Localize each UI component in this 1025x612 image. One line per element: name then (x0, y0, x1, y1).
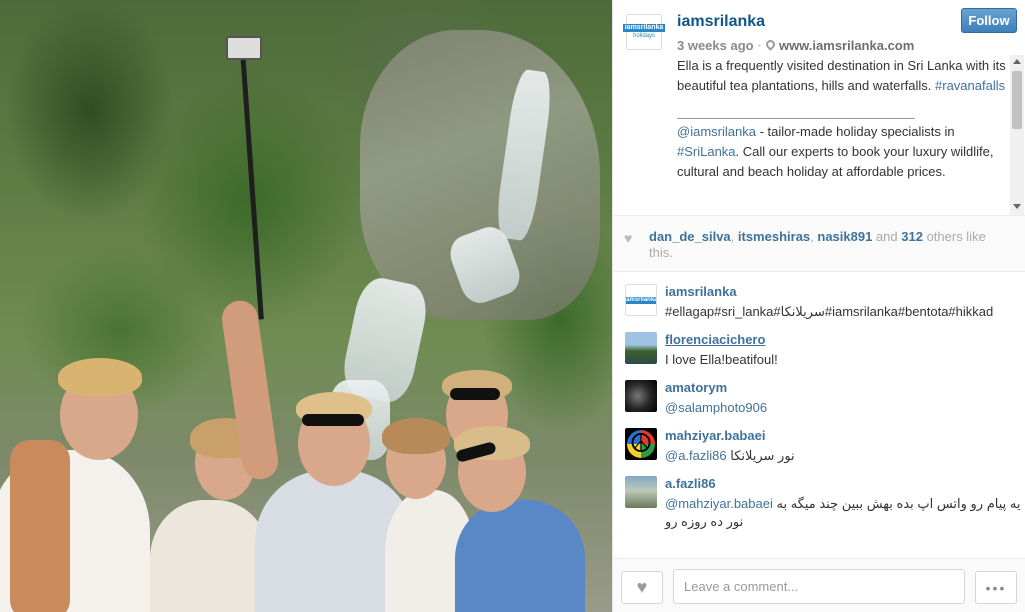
comment-body: @mahziyar.babaei یه پیام رو واتس اپ بده … (665, 495, 1020, 513)
caption-hashtag[interactable]: #SriLanka (677, 144, 736, 159)
like-button[interactable]: ♥ (621, 571, 663, 604)
caption-mention[interactable]: @iamsrilanka (677, 124, 756, 139)
liker-username[interactable]: nasik891 (817, 229, 872, 244)
likes-section: ♥ dan_de_silva, itsmeshiras, nasik891 an… (613, 215, 1025, 272)
meta-separator: · (757, 38, 762, 53)
post-meta: 3 weeks ago · www.iamsrilanka.com (677, 38, 914, 53)
liker-username[interactable]: itsmeshiras (738, 229, 810, 244)
caption-scrollbar[interactable] (1010, 55, 1024, 215)
comment-mention[interactable]: @salamphoto906 (665, 399, 767, 417)
comment-username[interactable]: mahziyar.babaei (665, 428, 765, 443)
likes-count[interactable]: 312 (901, 229, 923, 244)
account-username[interactable]: iamsrilanka (677, 13, 765, 31)
comment-input[interactable] (673, 569, 965, 604)
liker-username[interactable]: dan_de_silva (649, 229, 731, 244)
comment-avatar[interactable] (625, 476, 657, 508)
comment-item: florenciacichero I love Ella!beatifoul! (613, 320, 1025, 368)
heart-icon: ♥ (624, 230, 633, 246)
post-header: iamsrilanka holidays iamsrilanka Follow … (613, 0, 1025, 215)
comment-text-line2: نور ده روزه رو (665, 514, 744, 529)
comment-mention[interactable]: @mahziyar.babaei (665, 496, 773, 511)
comment-item: a.fazli86 @mahziyar.babaei یه پیام رو وا… (613, 464, 1025, 534)
photo-hair (382, 418, 450, 454)
comment-text: نور سریلانکا (730, 448, 795, 463)
post-photo[interactable] (0, 0, 612, 612)
photo-camera (226, 36, 262, 60)
avatar-logo-subtext: holidays (632, 33, 655, 39)
comment-username[interactable]: amatorym (665, 380, 727, 395)
comment-text: #ellagap#sri_lanka#سریلانکا#iamsrilanka#… (665, 304, 994, 319)
photo-sunglasses (450, 388, 500, 400)
comment-text: I love Ella!beatifoul! (665, 352, 778, 367)
scroll-down-arrow-icon[interactable] (1013, 204, 1021, 209)
photo-sunglasses (302, 414, 364, 426)
comment-body: @a.fazli86 نور سریلانکا (665, 447, 795, 465)
photo-hair (58, 358, 142, 396)
post-location[interactable]: www.iamsrilanka.com (779, 38, 914, 53)
likes-text: dan_de_silva, itsmeshiras, nasik891 and … (649, 229, 986, 260)
post-caption: Ella is a frequently visited destination… (677, 56, 1007, 212)
comment-avatar[interactable] (625, 380, 657, 412)
comment-avatar[interactable]: iamsrilanka (625, 284, 657, 316)
location-pin-icon (766, 40, 775, 52)
comment-mention[interactable]: @a.fazli86 (665, 448, 727, 463)
ellipsis-icon: ••• (985, 579, 1007, 596)
comment-username[interactable]: florenciacichero (665, 332, 765, 347)
comment-item: iamsrilanka iamsrilanka #ellagap#sri_lan… (613, 272, 1025, 320)
comment-item: mahziyar.babaei @a.fazli86 نور سریلانکا (613, 416, 1025, 464)
caption-hashtag[interactable]: #ravanafalls (935, 78, 1005, 93)
account-avatar[interactable]: iamsrilanka holidays (622, 14, 666, 50)
scroll-thumb[interactable] (1012, 71, 1022, 129)
comment-avatar[interactable] (625, 428, 657, 460)
comment-username[interactable]: iamsrilanka (665, 284, 737, 299)
post-time[interactable]: 3 weeks ago (677, 38, 754, 53)
avatar-logo-text: iamsrilanka (622, 24, 666, 32)
follow-button[interactable]: Follow (961, 8, 1017, 33)
more-options-button[interactable]: ••• (975, 571, 1017, 604)
post-detail-panel: iamsrilanka holidays iamsrilanka Follow … (612, 0, 1025, 612)
peace-icon (627, 428, 655, 459)
photo-person (455, 500, 585, 612)
heart-icon: ♥ (636, 577, 648, 597)
comment-item: amatorym @salamphoto906 (613, 368, 1025, 416)
comment-footer: ♥ ••• (613, 558, 1025, 612)
photo-person (150, 500, 270, 612)
caption-text: - tailor-made holiday specialists in (755, 124, 955, 139)
comment-avatar[interactable] (625, 332, 657, 364)
comment-username[interactable]: a.fazli86 (665, 476, 716, 491)
scroll-up-arrow-icon[interactable] (1013, 59, 1021, 64)
caption-divider (677, 118, 915, 119)
photo-towel (10, 440, 70, 612)
comments-list: iamsrilanka iamsrilanka #ellagap#sri_lan… (613, 272, 1025, 558)
comment-text: یه پیام رو واتس اپ بده بهش ببین چند میگه… (776, 496, 1021, 511)
